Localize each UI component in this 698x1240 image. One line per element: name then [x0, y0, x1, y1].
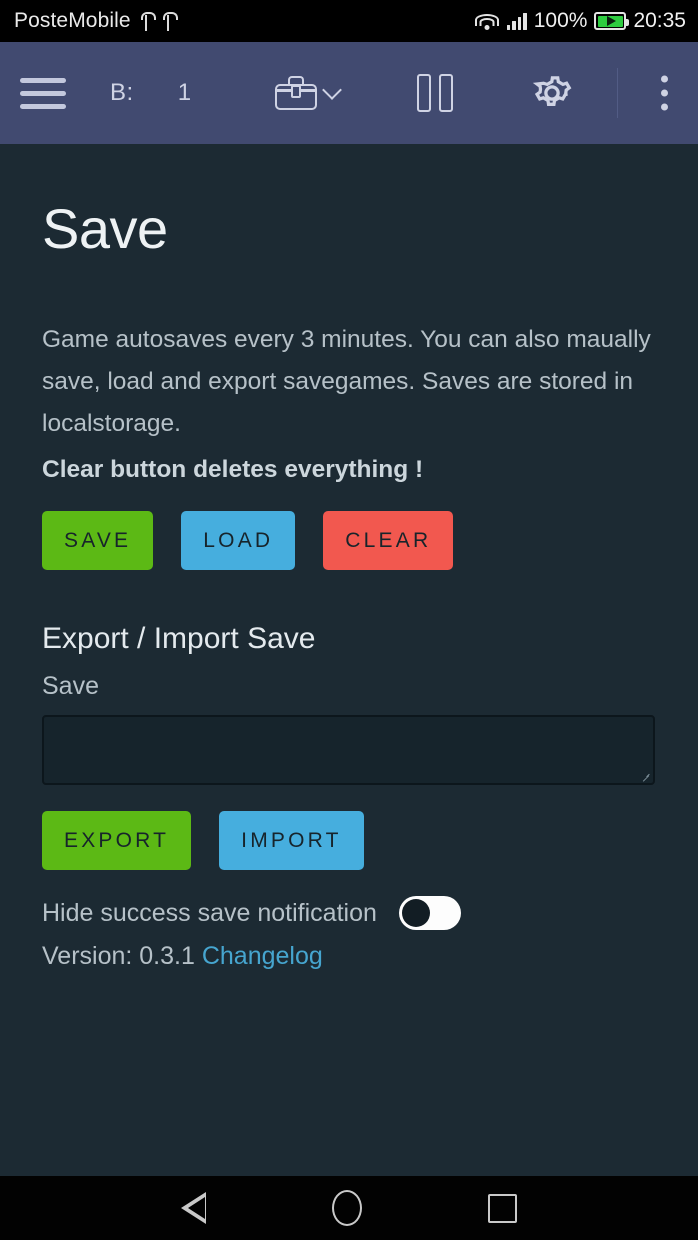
- recents-square-icon[interactable]: [488, 1193, 517, 1223]
- carrier-name: PosteMobile: [14, 9, 131, 32]
- save-textarea[interactable]: [42, 715, 655, 785]
- changelog-link[interactable]: Changelog: [202, 942, 323, 970]
- save-field-label: Save: [42, 672, 99, 700]
- save-actions-row: SAVE LOAD CLEAR: [42, 511, 656, 570]
- toggle-knob: [401, 899, 430, 927]
- clear-button[interactable]: CLEAR: [323, 511, 454, 570]
- load-button[interactable]: LOAD: [181, 511, 296, 570]
- import-button[interactable]: IMPORT: [219, 811, 364, 870]
- three-dot-menu-icon[interactable]: [661, 75, 668, 111]
- home-circle-icon[interactable]: [332, 1190, 362, 1226]
- hide-notification-label: Hide success save notification: [42, 898, 377, 927]
- version-line: Version: 0.3.1 Changelog: [42, 942, 656, 971]
- pause-icon[interactable]: [417, 74, 454, 112]
- page-title: Save: [42, 197, 168, 260]
- toolbar-divider: [617, 68, 618, 118]
- wifi-icon: [474, 12, 500, 31]
- gear-icon[interactable]: [529, 70, 575, 116]
- save-description: Game autosaves every 3 minutes. You can …: [42, 326, 651, 437]
- app-toolbar: B: 1: [0, 42, 698, 144]
- export-import-heading: Export / Import Save: [42, 622, 316, 655]
- status-bar-right: 100% 20:35: [474, 0, 686, 42]
- battery-charging-icon: [594, 12, 630, 30]
- battery-percent: 100%: [533, 9, 588, 32]
- toolbox-icon: [275, 76, 318, 110]
- version-text: Version: 0.3.1: [42, 942, 195, 970]
- transfer-actions-row: EXPORT IMPORT: [42, 811, 656, 870]
- cellular-signal-icon: [506, 12, 527, 30]
- phone-screen: PosteMobile 100% 20:35 B: 1 Save Game au…: [0, 0, 698, 1240]
- status-bar: PosteMobile 100% 20:35: [0, 0, 698, 42]
- clock: 20:35: [633, 9, 686, 32]
- usb-icon: [162, 11, 178, 31]
- export-button[interactable]: EXPORT: [42, 811, 192, 870]
- toolbox-menu-button[interactable]: [275, 76, 342, 110]
- hamburger-menu-icon[interactable]: [20, 77, 66, 109]
- save-button[interactable]: SAVE: [42, 511, 154, 570]
- android-navigation-bar: [0, 1176, 698, 1240]
- building-counter-value: 1: [177, 79, 192, 106]
- clear-warning-text: Clear button deletes everything !: [42, 456, 424, 483]
- building-counter-label: B:: [110, 79, 134, 106]
- usb-icon: [140, 11, 156, 31]
- status-bar-left: PosteMobile: [14, 9, 178, 33]
- back-triangle-icon[interactable]: [181, 1192, 206, 1224]
- hide-notification-toggle[interactable]: [398, 896, 461, 930]
- hide-notification-row: Hide success save notification: [42, 896, 656, 930]
- chevron-down-icon: [322, 80, 342, 100]
- main-content: Save Game autosaves every 3 minutes. You…: [0, 144, 698, 971]
- resize-handle-icon[interactable]: [642, 773, 650, 781]
- building-counter: B: 1: [110, 79, 191, 107]
